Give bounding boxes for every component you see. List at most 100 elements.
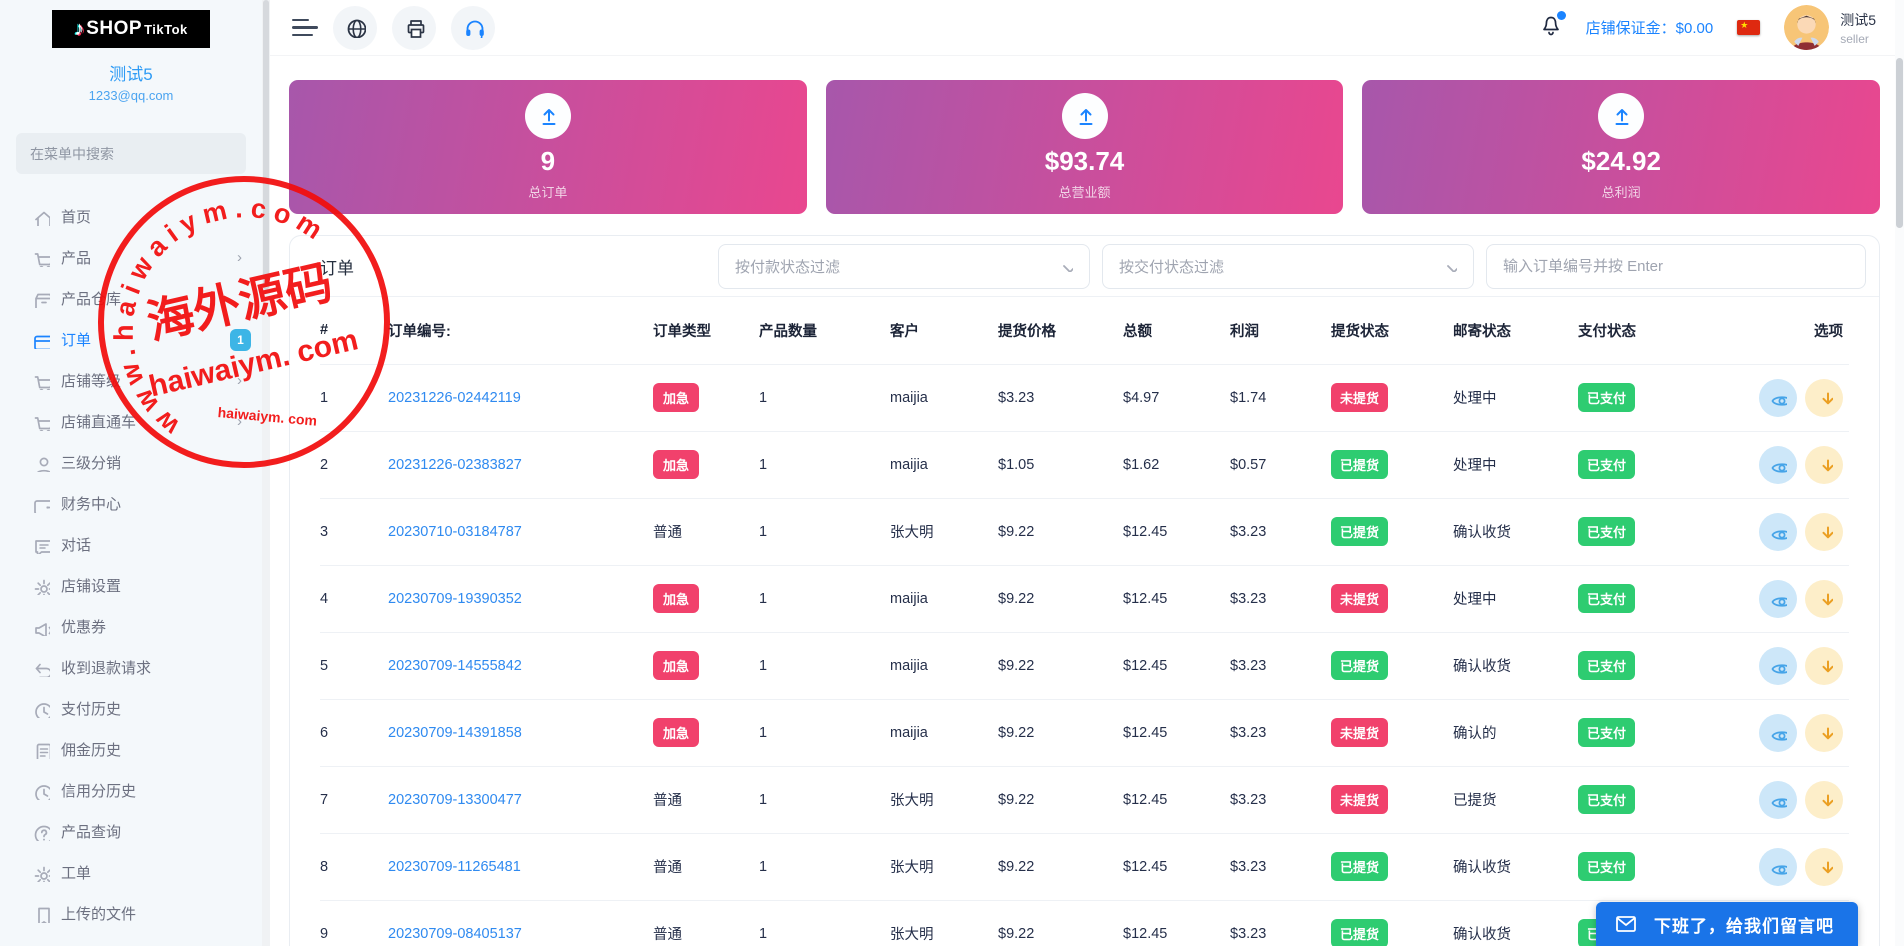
eye-icon — [1771, 396, 1787, 406]
language-button[interactable] — [333, 5, 377, 50]
order-number-link[interactable]: 20230709-13300477 — [388, 792, 522, 808]
view-button[interactable] — [1759, 445, 1797, 484]
printer-icon — [407, 20, 424, 38]
download-icon — [1821, 660, 1833, 674]
sidebar-scrollbar-thumb[interactable] — [263, 0, 269, 290]
upload-icon — [524, 93, 571, 139]
sidebar-item-uploaded-files[interactable]: 上传的文件 — [0, 893, 262, 934]
pay-status-badge: 已支付 — [1578, 785, 1636, 814]
sidebar-item-transaction-password[interactable]: 交易密码› — [0, 934, 262, 946]
download-button[interactable] — [1805, 713, 1843, 752]
sidebar-item-chat[interactable]: 对话 — [0, 524, 262, 565]
order-number-link[interactable]: 20231226-02442119 — [388, 390, 521, 406]
avatar[interactable] — [1784, 5, 1830, 50]
stat-card-total-orders: 9 总订单 — [289, 80, 807, 214]
shop-deposit-link[interactable]: 店铺保证金：$0.00 — [1586, 17, 1714, 38]
globe-icon — [347, 19, 366, 38]
sidebar-item-credit-history[interactable]: 信用分历史 — [0, 770, 262, 811]
leave-message-button[interactable]: 下班了，给我们留言吧 — [1596, 902, 1858, 946]
order-number-link[interactable]: 20230709-14391858 — [388, 725, 522, 741]
sidebar-scrollbar[interactable] — [262, 0, 270, 946]
payment-status-filter[interactable]: 按付款状态过滤 — [718, 243, 1090, 289]
envelope-icon — [1616, 916, 1636, 932]
sidebar-item-label: 财务中心 — [61, 496, 122, 513]
eye-icon — [1771, 664, 1787, 674]
upload-icon — [1061, 93, 1108, 139]
sidebar-item-orders[interactable]: 订单 1 — [0, 319, 262, 360]
sidebar-item-commission-history[interactable]: 佣金历史 — [0, 729, 262, 770]
order-number-link[interactable]: 20231226-02383827 — [388, 457, 522, 473]
order-number-link[interactable]: 20230709-19390352 — [388, 591, 522, 607]
view-button[interactable] — [1759, 780, 1797, 819]
page-scrollbar[interactable] — [1895, 0, 1904, 946]
order-number-link[interactable]: 20230709-11265481 — [388, 859, 521, 875]
app-logo[interactable]: ♪ SHOP TikTok — [52, 10, 210, 48]
person-icon — [36, 457, 50, 472]
download-button[interactable] — [1805, 378, 1843, 417]
col-index: # — [320, 297, 388, 365]
order-number-link[interactable]: 20230709-14555842 — [388, 658, 522, 674]
gear-icon — [34, 579, 50, 595]
menu-toggle-button[interactable] — [292, 18, 318, 37]
table-row: 3 20230710-03184787 普通 1 张大明 $9.22 $12.4… — [320, 498, 1849, 566]
order-number-search-input[interactable] — [1486, 243, 1866, 289]
sidebar-item-coupons[interactable]: 优惠券 — [0, 606, 262, 647]
china-flag-icon[interactable]: ★ — [1737, 20, 1761, 35]
sidebar-item-label: 产品查询 — [61, 824, 122, 841]
filter-placeholder: 按付款状态过滤 — [735, 258, 841, 276]
sidebar-item-finance-center[interactable]: 财务中心 — [0, 483, 262, 524]
delivery-status-filter[interactable]: 按交付状态过滤 — [1102, 243, 1474, 289]
pay-status-badge: 已支付 — [1578, 517, 1636, 546]
profit: $3.23 — [1230, 699, 1331, 767]
card-icon — [34, 335, 50, 349]
sidebar-item-product-inquiry[interactable]: 产品查询 — [0, 811, 262, 852]
sidebar-user-name: 测试5 — [109, 65, 153, 84]
view-button[interactable] — [1759, 512, 1797, 551]
row-index: 3 — [320, 498, 388, 566]
download-button[interactable] — [1805, 512, 1843, 551]
view-button[interactable] — [1759, 713, 1797, 752]
view-button[interactable] — [1759, 847, 1797, 886]
sidebar-item-label: 店铺等级 — [61, 373, 122, 390]
pickup-status-badge: 已提货 — [1331, 517, 1389, 546]
topbar: 店铺保证金：$0.00 ★ 测试5 seller — [270, 0, 1904, 56]
sidebar-item-distribution[interactable]: 三级分销 — [0, 442, 262, 483]
table-row: 4 20230709-19390352 加急 1 maijia $9.22 $1… — [320, 565, 1849, 633]
sidebar-item-work-order[interactable]: 工单 — [0, 852, 262, 893]
download-button[interactable] — [1805, 780, 1843, 819]
sidebar-item-product-warehouse[interactable]: 产品仓库 — [0, 278, 262, 319]
product-qty: 1 — [759, 766, 890, 834]
print-button[interactable] — [392, 5, 436, 50]
view-button[interactable] — [1759, 579, 1797, 618]
download-button[interactable] — [1805, 646, 1843, 685]
pay-status-badge: 已支付 — [1578, 651, 1636, 680]
menu-search-input[interactable] — [16, 133, 246, 174]
sidebar-item-products[interactable]: 产品 › — [0, 237, 262, 278]
eye-icon — [1771, 798, 1787, 808]
notifications-button[interactable] — [1539, 10, 1566, 43]
order-number-link[interactable]: 20230710-03184787 — [388, 524, 522, 540]
download-button[interactable] — [1805, 579, 1843, 618]
download-button[interactable] — [1805, 445, 1843, 484]
stat-label: 总营业额 — [1058, 185, 1111, 200]
sidebar-item-shop-level[interactable]: 店铺等级 › — [0, 360, 262, 401]
table-header-row: # 订单编号: 订单类型 产品数量 客户 提货价格 总额 利润 提货状态 邮寄状… — [320, 297, 1849, 365]
download-button[interactable] — [1805, 847, 1843, 886]
sidebar-item-home[interactable]: 首页 — [0, 196, 262, 237]
sidebar-item-shop-settings[interactable]: 店铺设置 — [0, 565, 262, 606]
sidebar-item-refund-requests[interactable]: 收到退款请求 — [0, 647, 262, 688]
sidebar-item-payment-history[interactable]: 支付历史 — [0, 688, 262, 729]
view-button[interactable] — [1759, 378, 1797, 417]
topbar-user-info[interactable]: 测试5 seller — [1840, 10, 1876, 46]
page-scrollbar-thumb[interactable] — [1896, 58, 1903, 228]
order-number-link[interactable]: 20230709-08405137 — [388, 926, 522, 942]
sidebar-item-label: 对话 — [61, 537, 92, 554]
order-type-badge: 加急 — [653, 651, 700, 680]
sidebar-item-shop-express[interactable]: 店铺直通车 › — [0, 401, 262, 442]
mail-status: 确认收货 — [1453, 498, 1578, 566]
col-customer: 客户 — [890, 297, 998, 365]
sidebar-menu: 首页 产品 › 产品仓库 订单 1 店铺等级 › 店铺直通车 › 三级分销 财务中心 对… — [0, 196, 262, 946]
customer: 张大明 — [890, 900, 998, 946]
support-button[interactable] — [451, 5, 495, 50]
view-button[interactable] — [1759, 646, 1797, 685]
